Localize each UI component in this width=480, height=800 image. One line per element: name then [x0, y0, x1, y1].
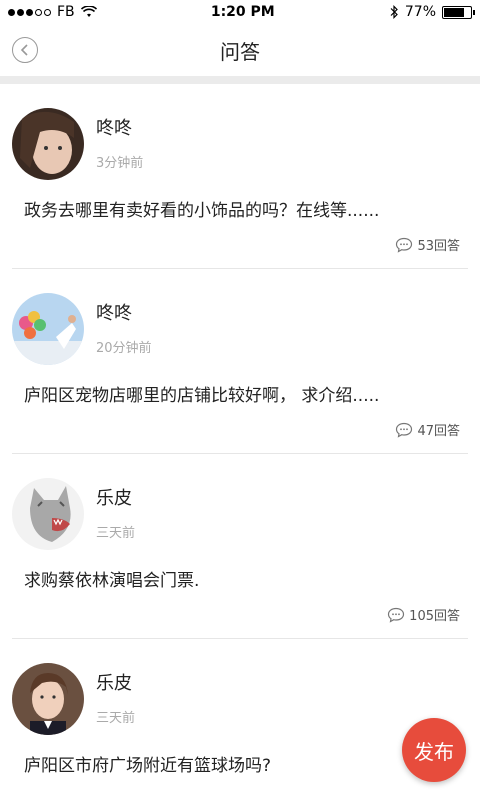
status-right: 77% — [389, 4, 475, 20]
comment-icon — [388, 607, 405, 623]
comment-icon — [396, 422, 413, 438]
wifi-icon — [80, 6, 97, 17]
reply-count-label: 47回答 — [417, 424, 460, 439]
user-name: 咚咚 — [96, 118, 132, 139]
battery-percent: 77% — [404, 4, 436, 20]
publish-button[interactable]: 发布 — [402, 718, 466, 782]
question-text: 求购蔡依林演唱会门票. — [24, 571, 200, 591]
battery-icon — [442, 5, 475, 19]
chevron-left-icon — [20, 44, 28, 56]
question-card[interactable]: 乐皮 三天前 求购蔡依林演唱会门票. 105回答 — [12, 454, 468, 639]
section-divider — [0, 76, 480, 84]
question-list: 咚咚 3分钟前 政务去哪里有卖好看的小饰品的吗？在线等...... 53回答 咚… — [0, 84, 480, 800]
clock: 1:20 PM — [210, 4, 275, 20]
carrier-label: FB — [57, 4, 75, 20]
avatar[interactable] — [12, 293, 84, 365]
post-time: 20分钟前 — [96, 341, 152, 356]
bluetooth-icon — [390, 5, 398, 19]
user-name: 乐皮 — [96, 673, 132, 694]
avatar[interactable] — [12, 478, 84, 550]
status-bar: FB 1:20 PM 77% — [0, 0, 480, 24]
question-card[interactable]: 乐皮 三天前 庐阳区市府广场附近有篮球场吗? — [12, 639, 468, 800]
avatar[interactable] — [12, 108, 84, 180]
question-text: 政务去哪里有卖好看的小饰品的吗？在线等...... — [24, 201, 380, 221]
status-left: FB — [8, 4, 97, 20]
reply-count[interactable]: 105回答 — [387, 605, 460, 624]
post-time: 3分钟前 — [96, 156, 144, 171]
reply-count[interactable]: 47回答 — [395, 420, 460, 439]
signal-icon — [8, 8, 51, 16]
post-time: 三天前 — [96, 526, 136, 541]
reply-count-label: 105回答 — [409, 609, 460, 624]
post-time: 三天前 — [96, 711, 136, 726]
question-card[interactable]: 咚咚 3分钟前 政务去哪里有卖好看的小饰品的吗？在线等...... 53回答 — [12, 84, 468, 269]
question-text: 庐阳区市府广场附近有篮球场吗? — [24, 756, 272, 776]
reply-count[interactable]: 53回答 — [395, 235, 460, 254]
comment-icon — [396, 237, 413, 253]
avatar[interactable] — [12, 663, 84, 735]
user-name: 乐皮 — [96, 488, 132, 509]
user-name: 咚咚 — [96, 303, 132, 324]
nav-bar: 问答 — [0, 24, 480, 76]
reply-count-label: 53回答 — [417, 239, 460, 254]
question-text: 庐阳区宠物店哪里的店铺比较好啊， 求介绍..... — [24, 386, 380, 406]
page-title: 问答 — [220, 39, 260, 64]
question-card[interactable]: 咚咚 20分钟前 庐阳区宠物店哪里的店铺比较好啊， 求介绍..... 47回答 — [12, 269, 468, 454]
back-button[interactable] — [12, 37, 38, 63]
